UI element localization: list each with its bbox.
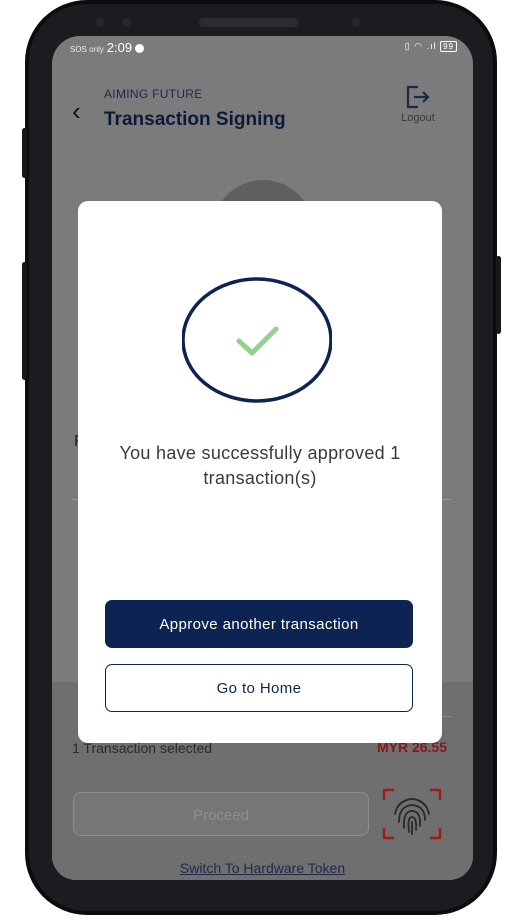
earpiece-speaker <box>199 18 299 27</box>
app-name: AIMING FUTURE <box>104 87 203 101</box>
signal-icon: .ıl <box>426 41 437 51</box>
fingerprint-icon[interactable] <box>382 788 442 840</box>
status-left: SOS only 2:09 <box>70 40 145 55</box>
sensor-dot <box>96 18 105 27</box>
screen: SOS only 2:09 ▯ ◠ .ıl 99 ‹ AIMING FUTURE … <box>52 36 473 880</box>
app-header: ‹ AIMING FUTURE Transaction Signing Logo… <box>52 62 473 150</box>
proceed-button[interactable]: Proceed <box>73 792 369 836</box>
side-button-left <box>22 128 27 178</box>
chevron-left-icon[interactable]: ‹ <box>72 98 81 124</box>
status-bar: SOS only 2:09 ▯ ◠ .ıl 99 <box>52 36 473 62</box>
status-icons: ▯ ◠ .ıl 99 <box>405 41 457 52</box>
side-button-right <box>496 256 501 334</box>
clock: 2:09 <box>106 40 133 55</box>
carrier-text: SOS only <box>70 45 104 54</box>
battery-icon: 99 <box>440 41 457 52</box>
notification-icon <box>135 44 145 53</box>
wifi-icon: ◠ <box>414 41 424 51</box>
vibrate-icon: ▯ <box>404 41 411 51</box>
switch-hardware-token-link[interactable]: Switch To Hardware Token <box>52 860 473 876</box>
approve-another-button[interactable]: Approve another transaction <box>105 600 413 648</box>
check-circle-icon <box>182 277 332 403</box>
front-camera-icon <box>122 18 131 27</box>
success-message: You have successfully approved 1 transac… <box>119 443 401 488</box>
success-dialog: You have successfully approved 1 transac… <box>78 201 442 743</box>
logout-label: Logout <box>401 112 435 124</box>
side-button-left <box>22 262 27 380</box>
logout-icon <box>406 85 430 109</box>
logout-button[interactable]: Logout <box>393 84 443 124</box>
sensor-dot <box>352 18 361 27</box>
page-title: Transaction Signing <box>104 109 286 130</box>
go-home-button[interactable]: Go to Home <box>105 664 413 712</box>
